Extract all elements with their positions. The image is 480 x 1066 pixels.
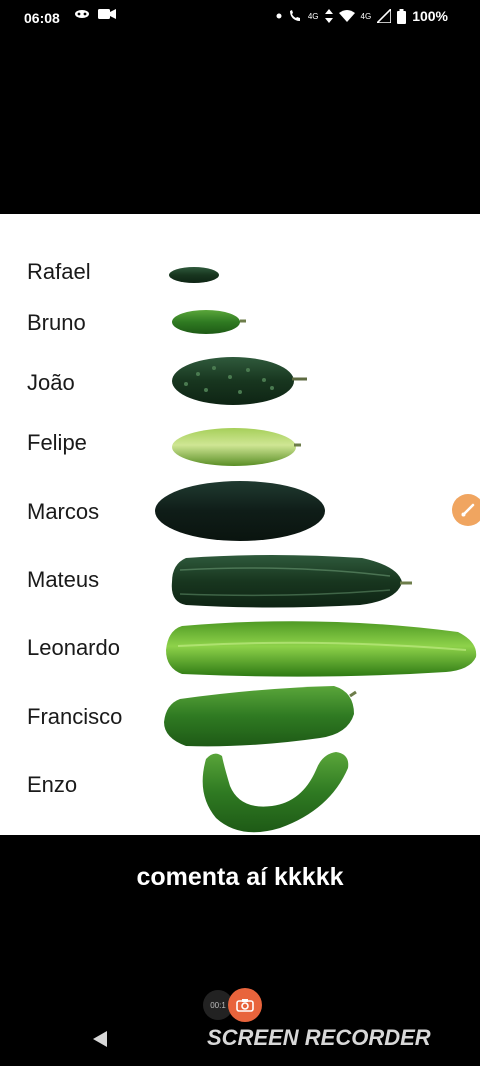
cucumber-mateus bbox=[171, 555, 402, 608]
status-right-icons: 4G 4G 100% bbox=[276, 8, 448, 24]
cucumber-leonardo bbox=[166, 621, 477, 677]
video-camera-icon bbox=[98, 9, 116, 19]
name-label: Mateus bbox=[27, 567, 100, 592]
wifi-icon bbox=[338, 10, 355, 22]
network-badge-2: 4G bbox=[360, 11, 372, 21]
name-label: Rafael bbox=[27, 259, 91, 284]
cucumber-joao bbox=[172, 357, 294, 405]
name-label: Leonardo bbox=[27, 635, 120, 660]
status-time: 06:08 bbox=[24, 10, 60, 26]
screen-recorder-watermark: SCREEN RECORDER bbox=[207, 1025, 431, 1050]
call-icon bbox=[289, 10, 300, 21]
status-left-icons bbox=[74, 8, 116, 20]
back-nav-icon[interactable] bbox=[92, 1030, 108, 1048]
network-badge-1: 4G bbox=[307, 11, 319, 21]
name-label: Felipe bbox=[27, 430, 87, 455]
recorder-timer-text: 00:1 bbox=[210, 1000, 226, 1010]
recorder-camera-button[interactable] bbox=[228, 988, 262, 1022]
caption-text: comenta aí kkkkk bbox=[136, 863, 344, 891]
eye-mask-icon bbox=[75, 10, 89, 18]
cucumber-enzo bbox=[202, 752, 349, 833]
battery-percentage: 100% bbox=[412, 8, 448, 24]
cucumber-bruno bbox=[172, 310, 240, 334]
signal-icon bbox=[377, 9, 392, 23]
camera-icon bbox=[236, 999, 254, 1012]
name-label: Enzo bbox=[27, 772, 78, 797]
name-label: Bruno bbox=[27, 310, 86, 335]
battery-icon bbox=[397, 8, 407, 24]
cucumber-marcos bbox=[155, 481, 325, 541]
data-arrows-icon bbox=[324, 9, 333, 23]
cucumber-felipe bbox=[172, 428, 296, 466]
edit-button[interactable] bbox=[452, 494, 480, 526]
video-frame: Rafael Bruno João Felipe Marcos Mateus L… bbox=[0, 214, 480, 835]
dot-icon bbox=[276, 13, 282, 19]
name-label: Francisco bbox=[27, 704, 123, 729]
status-bar: 06:08 4G 4G 100% bbox=[0, 0, 480, 36]
name-label: João bbox=[27, 370, 75, 395]
name-label: Marcos bbox=[27, 499, 100, 524]
cucumber-francisco bbox=[164, 686, 354, 747]
cucumber-rafael bbox=[169, 267, 219, 283]
brush-icon bbox=[461, 503, 475, 517]
